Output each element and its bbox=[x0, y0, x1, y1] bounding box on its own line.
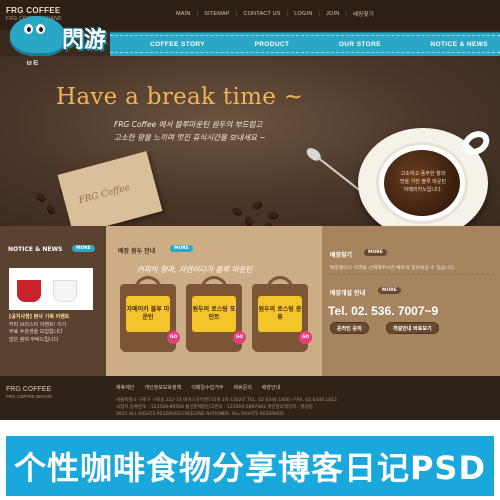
store-find-text: 배장별이나 지역을 선택해주시면 빠르게 찾아보실 수 있습니다. bbox=[330, 266, 456, 271]
site-logo[interactable]: 閃游 ㅂㅌ bbox=[8, 10, 118, 80]
bean-bag-roasting-point[interactable]: 원두의 로스팅 포인트 GO bbox=[186, 276, 246, 352]
divider bbox=[328, 274, 494, 275]
bag-handle bbox=[134, 276, 162, 290]
mascot-eye bbox=[36, 24, 45, 34]
logo-subtext: ㅂㅌ bbox=[26, 59, 39, 67]
content-band: NOTICE & NEWS MORE [공지사항] 본사 기획 이벤트 커피 브… bbox=[0, 226, 500, 376]
nav-product[interactable]: PRODUCT bbox=[254, 41, 289, 48]
go-button[interactable]: GO bbox=[299, 331, 312, 344]
mascot-eye bbox=[24, 24, 33, 34]
bean-bag-roasting-type[interactable]: 원두의 로스팅 종류 GO bbox=[252, 276, 312, 352]
footer-links: 제휴제안 개인정보보호정책 이메일수집거부 제휴문의 배장안내 bbox=[116, 384, 280, 391]
footer-info-line: 사업자 등록번호 : 123568-89568 통신판매업신고번호 : 1235… bbox=[116, 405, 314, 410]
notice-line: 많은 참여 부탁드립니다 bbox=[9, 336, 59, 343]
store-open-more-button[interactable]: MORE bbox=[378, 287, 401, 294]
store-tel: Tel. 02. 536. 7007~9 bbox=[328, 304, 439, 318]
store-panel bbox=[322, 226, 500, 376]
footer-info-line: 2011 ALL RIGHTS RESERVED.FREEGINE NATION… bbox=[116, 412, 284, 417]
cup-text-line: 맛을 가진 블루 마운틴 bbox=[399, 179, 447, 185]
tagline-line: FRG Coffee 에서 블루마운틴 원두의 부드럽고 bbox=[114, 120, 263, 129]
nav-notice-news[interactable]: NOTICE & NEWS bbox=[430, 41, 488, 48]
notice-headline[interactable]: [공지사항] 본사 기획 이벤트 bbox=[9, 314, 99, 322]
utility-nav: MAIN | SITEMAP | CONTACT US | LOGIN | JO… bbox=[176, 10, 374, 18]
footer-link[interactable]: 제휴문의 bbox=[233, 384, 251, 391]
tagline-line: 고소한 향을 느끼며 멋진 휴식시간을 보내세요 ~ bbox=[114, 133, 266, 142]
footer-info-line: 서울특별시 구로구 구로동 222-14 에이스하이엔드타워 2차 1302호 … bbox=[116, 398, 337, 403]
bag-handle bbox=[266, 276, 294, 290]
bag-label: 원두의 로스팅 종류 bbox=[258, 296, 302, 332]
go-button[interactable]: GO bbox=[167, 331, 180, 344]
footer-link[interactable]: 제휴제안 bbox=[116, 384, 134, 391]
footer-logo: FRG COFFEE FRG COFFEE BRAND bbox=[6, 386, 52, 399]
bean-bags: 자메이카 블루 마운틴 GO 원두의 로스팅 포인트 GO 원두의 로스팅 종류… bbox=[116, 276, 316, 374]
caption-box: 个性咖啡食物分享博客日记PSD bbox=[6, 436, 494, 496]
cup-text: 고소하고 풍부한 향과 맛을 가진 블루 마운틴 아메리카노입니다. bbox=[392, 170, 454, 194]
footer-info: 서울특별시 구로구 구로동 222-14 에이스하이엔드타워 2차 1302호 … bbox=[116, 397, 337, 418]
stitch-line bbox=[110, 35, 500, 36]
bag-label: 자메이카 블루 마운틴 bbox=[126, 296, 170, 332]
beans-more-button[interactable]: MORE bbox=[170, 245, 193, 252]
caption-text: 个性咖啡食物分享博客日记PSD bbox=[13, 449, 487, 487]
separator: | bbox=[196, 11, 199, 17]
store-open-title: 배장개설 안내 bbox=[330, 290, 366, 297]
util-link-login[interactable]: LOGIN bbox=[294, 11, 312, 17]
notice-thumbnail[interactable] bbox=[9, 268, 93, 310]
notice-line: 무료 수강생을 모집합니다 bbox=[9, 329, 63, 335]
open-guide-button[interactable]: 개설안내 바로보기 bbox=[386, 322, 439, 334]
notice-more-button[interactable]: MORE bbox=[72, 245, 95, 252]
store-find-more-button[interactable]: MORE bbox=[364, 249, 387, 256]
red-mug-icon bbox=[17, 280, 41, 302]
bag-handle bbox=[200, 276, 228, 290]
logo-text: 閃游 bbox=[62, 28, 107, 53]
bean-bag-jamaica[interactable]: 자메이카 블루 마운틴 GO bbox=[120, 276, 180, 352]
bag-label: 원두의 로스팅 포인트 bbox=[192, 296, 236, 332]
paper-script: FRG Coffee bbox=[77, 182, 132, 207]
hero-headline: Have a break time ~ bbox=[56, 84, 304, 110]
util-link-join[interactable]: JOIN bbox=[326, 11, 339, 17]
white-mug-icon bbox=[53, 280, 77, 302]
util-link-store[interactable]: 배장찾기 bbox=[353, 10, 374, 18]
mascot-icon bbox=[10, 16, 66, 56]
cup-text-line: 고소하고 풍부한 향과 bbox=[400, 171, 446, 177]
separator: | bbox=[318, 11, 321, 17]
util-link-main[interactable]: MAIN bbox=[176, 11, 191, 17]
online-inquiry-button[interactable]: 온라인 문의 bbox=[330, 322, 369, 334]
hero-tagline: FRG Coffee 에서 블루마운틴 원두의 부드럽고 고소한 향을 느끼며 … bbox=[114, 118, 266, 144]
main-nav: COFFEE STORY PRODUCT OUR STORE NOTICE & … bbox=[110, 32, 500, 56]
nav-our-store[interactable]: OUR STORE bbox=[339, 41, 381, 48]
util-link-contact[interactable]: CONTACT US bbox=[243, 11, 280, 17]
notice-text: [공지사항] 본사 기획 이벤트 커피 브리스타 이벤트! 이기 무료 수강생을… bbox=[9, 314, 99, 344]
go-button[interactable]: GO bbox=[233, 331, 246, 344]
separator: | bbox=[235, 11, 238, 17]
beans-quote: 커피의 향과, 자연이다가 블루 마운틴 bbox=[137, 265, 253, 274]
beans-title: 배장 원두 안내 bbox=[118, 248, 156, 255]
util-link-sitemap[interactable]: SITEMAP bbox=[204, 11, 230, 17]
cup-text-line: 아메리카노입니다. bbox=[403, 187, 443, 193]
footer-brand: FRG COFFEE bbox=[6, 386, 52, 393]
notice-line: 커피 브리스타 이벤트! 이기 bbox=[9, 321, 67, 328]
notice-title: NOTICE & NEWS bbox=[8, 246, 63, 253]
footer-link[interactable]: 이메일수집거부 bbox=[191, 384, 223, 391]
footer-brand-tag: FRG COFFEE BRAND bbox=[6, 394, 53, 399]
separator: | bbox=[345, 11, 348, 17]
footer-link[interactable]: 개인정보보호정책 bbox=[144, 384, 181, 391]
page: FRG COFFEE FRG COFFEE BRAND MAIN | SITEM… bbox=[0, 0, 500, 500]
hero: FRG Coffee Have a break time ~ FRG Coffe… bbox=[0, 56, 500, 238]
nav-coffee-story[interactable]: COFFEE STORY bbox=[150, 41, 205, 48]
stitch-line bbox=[110, 52, 500, 53]
footer: FRG COFFEE FRG COFFEE BRAND 제휴제안 개인정보보호정… bbox=[0, 376, 500, 420]
footer-link[interactable]: 배장안내 bbox=[262, 384, 280, 391]
notice-panel: NOTICE & NEWS MORE [공지사항] 본사 기획 이벤트 커피 브… bbox=[0, 226, 106, 376]
separator: | bbox=[286, 11, 289, 17]
store-find-title: 배장찾기 bbox=[330, 252, 353, 259]
caption-banner: 个性咖啡食物分享博客日记PSD bbox=[0, 420, 500, 500]
